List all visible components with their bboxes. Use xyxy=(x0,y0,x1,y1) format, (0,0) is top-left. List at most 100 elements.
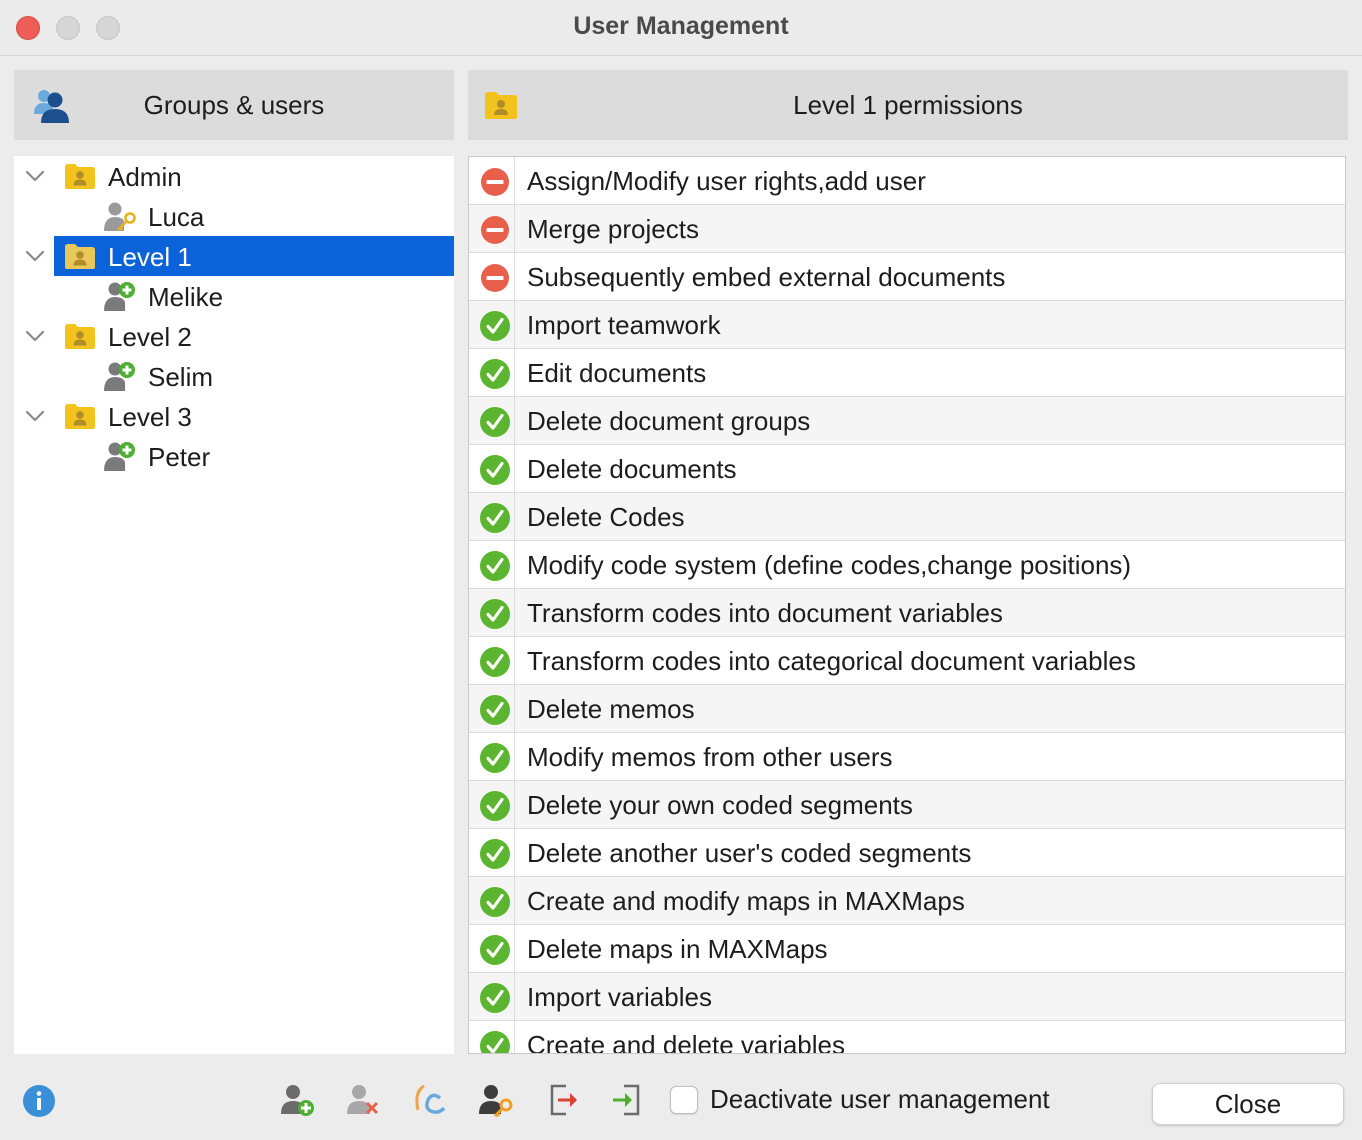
change-password-icon[interactable] xyxy=(478,1082,514,1118)
permission-status-cell[interactable] xyxy=(469,925,515,973)
permission-label: Merge projects xyxy=(527,214,699,244)
tree-group-admin[interactable]: Admin xyxy=(14,156,454,196)
permission-row[interactable]: Modify memos from other users xyxy=(469,733,1345,781)
permissions-list: Assign/Modify user rights,add user Merge … xyxy=(468,156,1346,1054)
permission-row[interactable]: Import variables xyxy=(469,973,1345,1021)
permission-label: Assign/Modify user rights,add user xyxy=(527,166,926,196)
check-circle-icon[interactable] xyxy=(480,647,510,677)
permission-label: Modify code system (define codes,change … xyxy=(527,550,1132,580)
info-icon[interactable] xyxy=(22,1084,56,1118)
check-circle-icon[interactable] xyxy=(480,503,510,533)
check-circle-icon[interactable] xyxy=(480,743,510,773)
user-add-icon xyxy=(104,362,135,391)
permission-label: Edit documents xyxy=(527,358,707,388)
permission-label: Delete memos xyxy=(527,694,695,724)
permission-status-cell[interactable] xyxy=(469,685,515,733)
export-icon[interactable] xyxy=(546,1082,582,1118)
check-circle-icon[interactable] xyxy=(480,311,510,341)
check-circle-icon[interactable] xyxy=(480,695,510,725)
permission-status-cell[interactable] xyxy=(469,541,515,589)
check-circle-icon[interactable] xyxy=(480,407,510,437)
permission-status-cell[interactable] xyxy=(469,1021,515,1054)
permission-status-cell[interactable] xyxy=(469,349,515,397)
permission-status-cell[interactable] xyxy=(469,973,515,1021)
permission-status-cell[interactable] xyxy=(469,397,515,445)
permission-row[interactable]: Create and modify maps in MAXMaps xyxy=(469,877,1345,925)
tree-user-luca[interactable]: Luca xyxy=(14,196,454,236)
permission-row[interactable]: Delete documents xyxy=(469,445,1345,493)
check-circle-icon[interactable] xyxy=(480,359,510,389)
permission-label: Delete maps in MAXMaps xyxy=(527,934,828,964)
permission-row[interactable]: Delete Codes xyxy=(469,493,1345,541)
check-circle-icon[interactable] xyxy=(480,887,510,917)
permission-row[interactable]: Create and delete variables xyxy=(469,1021,1345,1054)
remove-user-icon[interactable] xyxy=(346,1082,382,1118)
permission-row[interactable]: Delete memos xyxy=(469,685,1345,733)
tree-user-selim[interactable]: Selim xyxy=(14,356,454,396)
permission-status-cell[interactable] xyxy=(469,493,515,541)
permission-row[interactable]: Transform codes into document variables xyxy=(469,589,1345,637)
tree-group-level-1[interactable]: Level 1 xyxy=(54,236,454,276)
check-circle-icon[interactable] xyxy=(480,1031,510,1054)
user-add-icon xyxy=(104,282,135,311)
chevron-down-icon[interactable] xyxy=(24,245,46,267)
permission-row[interactable]: Edit documents xyxy=(469,349,1345,397)
check-circle-icon[interactable] xyxy=(480,839,510,869)
deactivate-user-management-toggle[interactable]: Deactivate user management xyxy=(670,1084,1050,1115)
tree-group-level-3[interactable]: Level 3 xyxy=(14,396,454,436)
permission-status-cell[interactable] xyxy=(469,829,515,877)
permission-label: Import teamwork xyxy=(527,310,721,340)
permission-status-cell[interactable] xyxy=(469,301,515,349)
permission-label: Modify memos from other users xyxy=(527,742,893,772)
check-circle-icon[interactable] xyxy=(480,599,510,629)
permission-status-cell[interactable] xyxy=(469,877,515,925)
permissions-title: Level 1 permissions xyxy=(793,89,1023,120)
tree-user-peter[interactable]: Peter xyxy=(14,436,454,476)
permission-row[interactable]: Delete document groups xyxy=(469,397,1345,445)
close-button[interactable]: Close xyxy=(1152,1083,1344,1125)
check-circle-icon[interactable] xyxy=(480,935,510,965)
groups-users-title: Groups & users xyxy=(143,89,325,120)
permission-status-cell[interactable] xyxy=(469,733,515,781)
import-icon[interactable] xyxy=(608,1082,644,1118)
permission-status-cell[interactable] xyxy=(469,253,515,301)
permission-status-cell[interactable] xyxy=(469,445,515,493)
permission-row[interactable]: Delete another user's coded segments xyxy=(469,829,1345,877)
tree-group-level-2[interactable]: Level 2 xyxy=(14,316,454,356)
deactivate-checkbox[interactable] xyxy=(670,1085,698,1114)
tree-user-label: Luca xyxy=(148,202,205,232)
check-circle-icon[interactable] xyxy=(480,983,510,1013)
permission-label: Delete your own coded segments xyxy=(527,790,913,820)
permission-row[interactable]: Transform codes into categorical documen… xyxy=(469,637,1345,685)
no-entry-icon[interactable] xyxy=(480,263,510,293)
permission-status-cell[interactable] xyxy=(469,589,515,637)
permission-row[interactable]: Delete maps in MAXMaps xyxy=(469,925,1345,973)
check-circle-icon[interactable] xyxy=(480,551,510,581)
permission-row[interactable]: Delete your own coded segments xyxy=(469,781,1345,829)
permission-row[interactable]: Modify code system (define codes,change … xyxy=(469,541,1345,589)
permission-row[interactable]: Subsequently embed external documents xyxy=(469,253,1345,301)
check-circle-icon[interactable] xyxy=(480,455,510,485)
permission-status-cell[interactable] xyxy=(469,157,515,205)
add-user-icon[interactable] xyxy=(280,1082,316,1118)
permission-label: Transform codes into document variables xyxy=(527,598,1003,628)
permission-label: Subsequently embed external documents xyxy=(527,262,1006,292)
user-management-window: User Management Groups & users Level 1 p… xyxy=(0,0,1362,1140)
tree-user-melike[interactable]: Melike xyxy=(14,276,454,316)
group-folder-icon xyxy=(65,324,95,349)
check-circle-icon[interactable] xyxy=(480,791,510,821)
bottom-toolbar: Deactivate user management Close xyxy=(0,1060,1362,1140)
no-entry-icon[interactable] xyxy=(480,215,510,245)
no-entry-icon[interactable] xyxy=(480,167,510,197)
permission-status-cell[interactable] xyxy=(469,205,515,253)
permission-label: Import variables xyxy=(527,982,712,1012)
permission-row[interactable]: Merge projects xyxy=(469,205,1345,253)
permission-row[interactable]: Assign/Modify user rights,add user xyxy=(469,157,1345,205)
permission-status-cell[interactable] xyxy=(469,781,515,829)
permissions-header: Level 1 permissions xyxy=(468,70,1348,140)
user-key-icon xyxy=(104,202,136,231)
permission-status-cell[interactable] xyxy=(469,637,515,685)
tree-group-label: Level 1 xyxy=(108,242,192,272)
rename-user-icon[interactable] xyxy=(412,1082,448,1118)
permission-row[interactable]: Import teamwork xyxy=(469,301,1345,349)
